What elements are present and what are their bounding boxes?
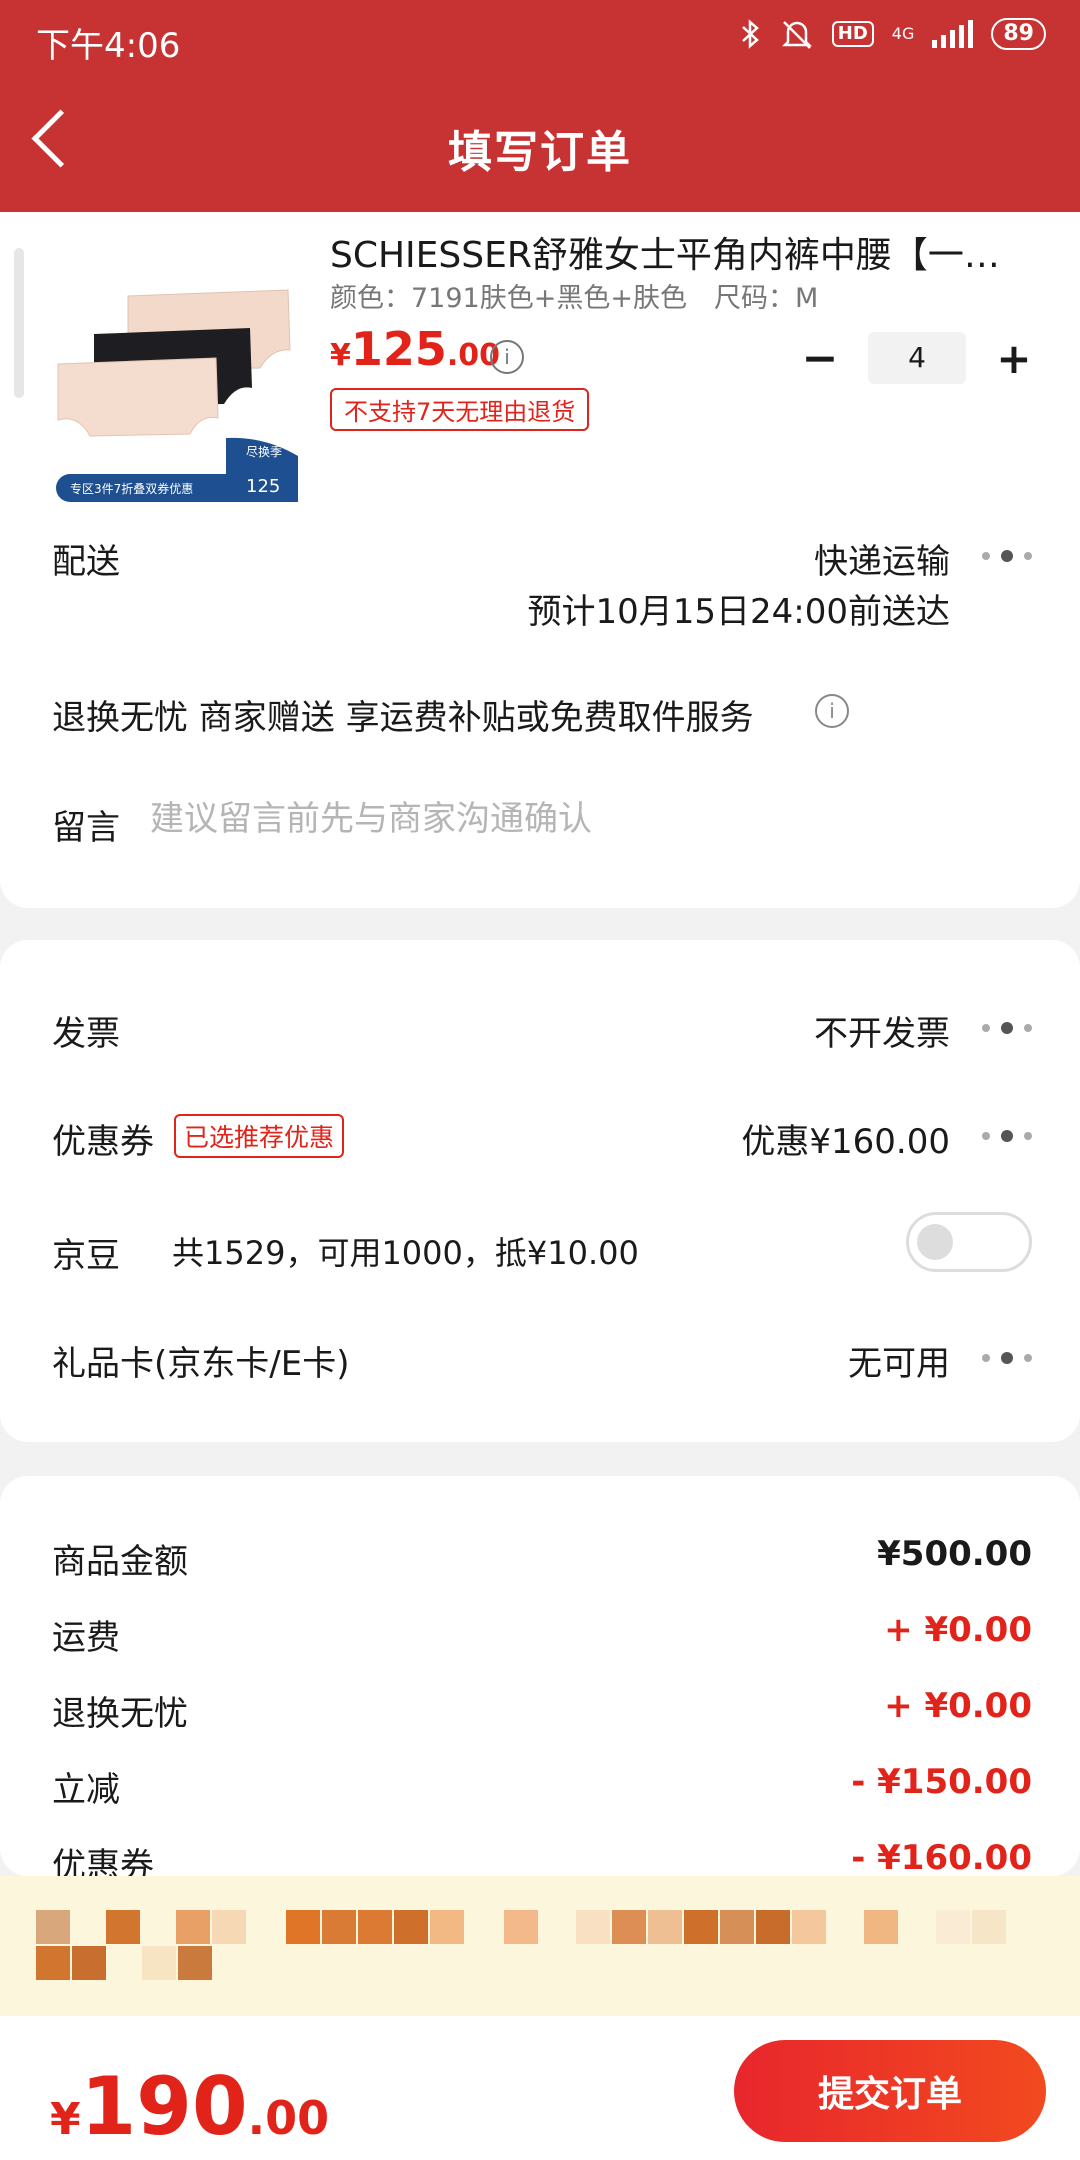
product-thumbnail[interactable]: 专区3件7折叠双券优惠 尽换季 125 [50, 256, 300, 506]
no-return-tag: 不支持7天无理由退货 [330, 388, 590, 431]
bottom-bar: ¥190.00 提交订单 [0, 2016, 1080, 2160]
summary-label: 立减 [52, 1770, 120, 1810]
thumb-banner-text: 专区3件7折叠双券优惠 [70, 481, 193, 496]
decrease-button[interactable]: − [800, 333, 840, 384]
network-label: 4G [891, 24, 915, 43]
signal-icon [932, 20, 974, 48]
order-total: ¥190.00 [50, 2060, 329, 2153]
service-info-icon[interactable]: i [815, 694, 849, 728]
pixelated-banner-text [36, 1910, 1006, 1980]
service-info: 退换无忧 商家赠送 享运费补贴或免费取件服务 [52, 698, 754, 738]
message-label: 留言 [52, 808, 120, 848]
total-decimal: .00 [247, 2091, 330, 2145]
beans-text: 共1529，可用1000，抵¥10.00 [172, 1234, 639, 1272]
delivery-label: 配送 [52, 542, 120, 582]
summary-value: - ¥160.00 [851, 1838, 1032, 1878]
beans-toggle[interactable] [906, 1212, 1032, 1272]
mute-icon [781, 21, 812, 49]
product-price: ¥125.00 [330, 322, 500, 376]
giftcard-label: 礼品卡(京东卡/E卡) [52, 1344, 350, 1384]
submit-order-button[interactable]: 提交订单 [734, 2040, 1046, 2142]
beans-label: 京豆 [52, 1236, 120, 1276]
price-currency: ¥ [330, 338, 351, 373]
giftcard-more-icon[interactable] [982, 1352, 1032, 1364]
header: 下午4:06 HD 4G 89 填写订单 [0, 0, 1080, 212]
coupon-value[interactable]: 优惠¥160.00 [741, 1114, 950, 1163]
summary-value: ¥500.00 [877, 1534, 1032, 1574]
price-integer: 125 [350, 322, 447, 376]
toggle-knob [917, 1224, 953, 1260]
quantity-stepper: − 4 + [800, 332, 1034, 384]
promo-banner[interactable] [0, 1876, 1080, 2016]
battery-indicator: 89 [991, 18, 1046, 50]
total-currency: ¥ [50, 2094, 81, 2145]
order-options-card: 发票 不开发票 优惠券 已选推荐优惠 优惠¥160.00 京豆 共1529，可用… [0, 940, 1080, 1442]
order-item-card: 专区3件7折叠双券优惠 尽换季 125 SCHIESSER舒雅女士平角内裤中腰【… [0, 212, 1080, 908]
coupon-recommend-tag: 已选推荐优惠 [174, 1114, 345, 1158]
quantity-value[interactable]: 4 [868, 332, 966, 384]
summary-label: 商品金额 [52, 1542, 188, 1582]
price-summary-card: 商品金额 ¥500.00 运费 + ¥0.00 退换无忧 + ¥0.00 立减 … [0, 1476, 1080, 1886]
summary-value: + ¥0.00 [884, 1610, 1032, 1650]
summary-value: - ¥150.00 [851, 1762, 1032, 1802]
page-title: 填写订单 [448, 127, 632, 178]
summary-label: 运费 [52, 1618, 120, 1658]
total-integer: 190 [80, 2060, 248, 2153]
giftcard-value[interactable]: 无可用 [848, 1336, 950, 1385]
invoice-label: 发票 [52, 1014, 120, 1054]
coupon-more-icon[interactable] [982, 1130, 1032, 1142]
delivery-more-icon[interactable] [982, 550, 1032, 562]
invoice-value[interactable]: 不开发票 [814, 1006, 950, 1055]
invoice-more-icon[interactable] [982, 1022, 1032, 1034]
delivery-eta: 预计10月15日24:00前送达 [527, 592, 950, 632]
summary-label: 退换无忧 [52, 1694, 188, 1734]
product-spec: 颜色：7191肤色+黑色+肤色 尺码：M [330, 283, 819, 314]
price-info-icon[interactable]: i [490, 340, 524, 374]
coupon-label: 优惠券 [52, 1122, 154, 1162]
scroll-indicator [14, 248, 24, 398]
thumb-badge-price: 125 [246, 476, 280, 497]
message-input[interactable] [150, 792, 1000, 846]
delivery-method[interactable]: 快递运输 [814, 534, 950, 583]
bluetooth-icon [741, 19, 759, 49]
summary-value: + ¥0.00 [884, 1686, 1032, 1726]
thumb-badge-top: 尽换季 [246, 445, 282, 459]
product-name[interactable]: SCHIESSER舒雅女士平角内裤中腰【一片式无痕】 [330, 226, 1030, 278]
status-time: 下午4:06 [36, 26, 181, 66]
status-icons: HD 4G 89 [740, 18, 1046, 50]
hd-icon: HD [831, 21, 874, 47]
increase-button[interactable]: + [994, 334, 1034, 383]
